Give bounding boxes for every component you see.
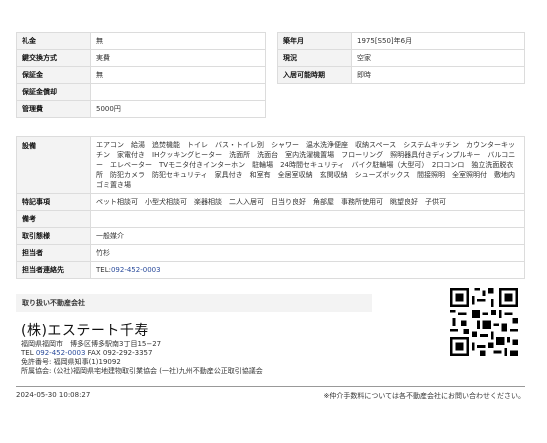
row-facilities: 設備 エアコン 給湯 追焚機能 トイレ バス・トイレ別 シャワー 温水洗浄便座 … [16, 136, 525, 194]
deposit-amortization-value [90, 83, 266, 101]
company-section-title: 取り扱い不動産会社 [16, 294, 372, 312]
key-money-value: 無 [90, 32, 266, 50]
row-special-terms: 特記事項 ペット相談可 小型犬相談可 楽器相談 二人入居可 日当り良好 角部屋 事… [16, 193, 525, 211]
current-status-label: 現況 [277, 49, 352, 67]
property-info-right-table: 築年月 1975[S50]年6月 現況 空家 入居可能時期 即時 [277, 32, 525, 84]
current-status-value: 空家 [351, 49, 525, 67]
staff-label: 担当者 [16, 244, 91, 262]
row-staff-contact: 担当者連絡先 TEL:092-452-0003 [16, 261, 525, 279]
company-tel-link[interactable]: 092-452-0003 [36, 349, 86, 357]
facilities-label: 設備 [16, 136, 91, 194]
row-transaction: 取引態様 一般媒介 [16, 227, 525, 245]
company-details: 福岡県福岡市 博多区博多駅南3丁目15−27 TEL 092-452-0003 … [21, 340, 263, 376]
facilities-value: エアコン 給湯 追焚機能 トイレ バス・トイレ別 シャワー 温水洗浄便座 収納ス… [90, 136, 525, 194]
deposit-value: 無 [90, 66, 266, 84]
staff-contact-label: 担当者連絡先 [16, 261, 91, 279]
transaction-label: 取引態様 [16, 227, 91, 245]
company-license: 免許番号: 福岡県知事(1)19092 [21, 358, 121, 366]
print-datetime: 2024-05-30 10:08:27 [16, 391, 91, 399]
special-terms-label: 特記事項 [16, 193, 91, 211]
row-management-fee: 管理費 5000円 [16, 100, 266, 118]
row-remarks: 備考 [16, 210, 525, 228]
move-in-label: 入居可能時期 [277, 66, 352, 84]
special-terms-value: ペット相談可 小型犬相談可 楽器相談 二人入居可 日当り良好 角部屋 事務所使用… [90, 193, 525, 211]
company-address: 福岡県福岡市 博多区博多駅南3丁目15−27 [21, 340, 162, 348]
key-exchange-value: 実費 [90, 49, 266, 67]
staff-contact-prefix: TEL: [96, 266, 111, 274]
management-fee-label: 管理費 [16, 100, 91, 118]
company-association: 所属協会: (公社)福岡県宅地建物取引業協会 (一社)九州不動産公正取引協議会 [21, 367, 263, 375]
row-staff: 担当者 竹杉 [16, 244, 525, 262]
deposit-amortization-label: 保証金償却 [16, 83, 91, 101]
built-date-label: 築年月 [277, 32, 352, 50]
brokerage-fee-note: ※仲介手数料については各不動産会社にお問い合わせください。 [323, 392, 525, 400]
deposit-label: 保証金 [16, 66, 91, 84]
company-name: (株)エステート千寿 [21, 323, 149, 339]
key-money-label: 礼金 [16, 32, 91, 50]
move-in-value: 即時 [351, 66, 525, 84]
footer-divider [16, 386, 525, 387]
remarks-label: 備考 [16, 210, 91, 228]
management-fee-value: 5000円 [90, 100, 266, 118]
company-tel-label: TEL [21, 349, 34, 357]
qr-code-icon [450, 288, 518, 356]
row-deposit-amortization: 保証金償却 [16, 83, 266, 101]
row-move-in: 入居可能時期 即時 [277, 66, 525, 84]
row-current-status: 現況 空家 [277, 49, 525, 67]
company-phone-line: TEL 092-452-0003 FAX 092-292-3357 [21, 349, 263, 358]
key-exchange-label: 鍵交換方式 [16, 49, 91, 67]
row-deposit: 保証金無 [16, 66, 266, 84]
row-key-money: 礼金無 [16, 32, 266, 50]
row-built-date: 築年月 1975[S50]年6月 [277, 32, 525, 50]
company-fax: FAX 092-292-3357 [87, 349, 153, 357]
staff-contact-value: TEL:092-452-0003 [90, 261, 525, 279]
remarks-value [90, 210, 525, 228]
built-date-value: 1975[S50]年6月 [351, 32, 525, 50]
property-info-left-table: 礼金無 鍵交換方式 実費 保証金無 保証金償却 管理費 5000円 [16, 32, 266, 118]
staff-value: 竹杉 [90, 244, 525, 262]
row-key-exchange: 鍵交換方式 実費 [16, 49, 266, 67]
transaction-value: 一般媒介 [90, 227, 525, 245]
staff-tel-link[interactable]: 092-452-0003 [111, 266, 161, 274]
property-detail-table: 設備 エアコン 給湯 追焚機能 トイレ バス・トイレ別 シャワー 温水洗浄便座 … [16, 136, 525, 279]
